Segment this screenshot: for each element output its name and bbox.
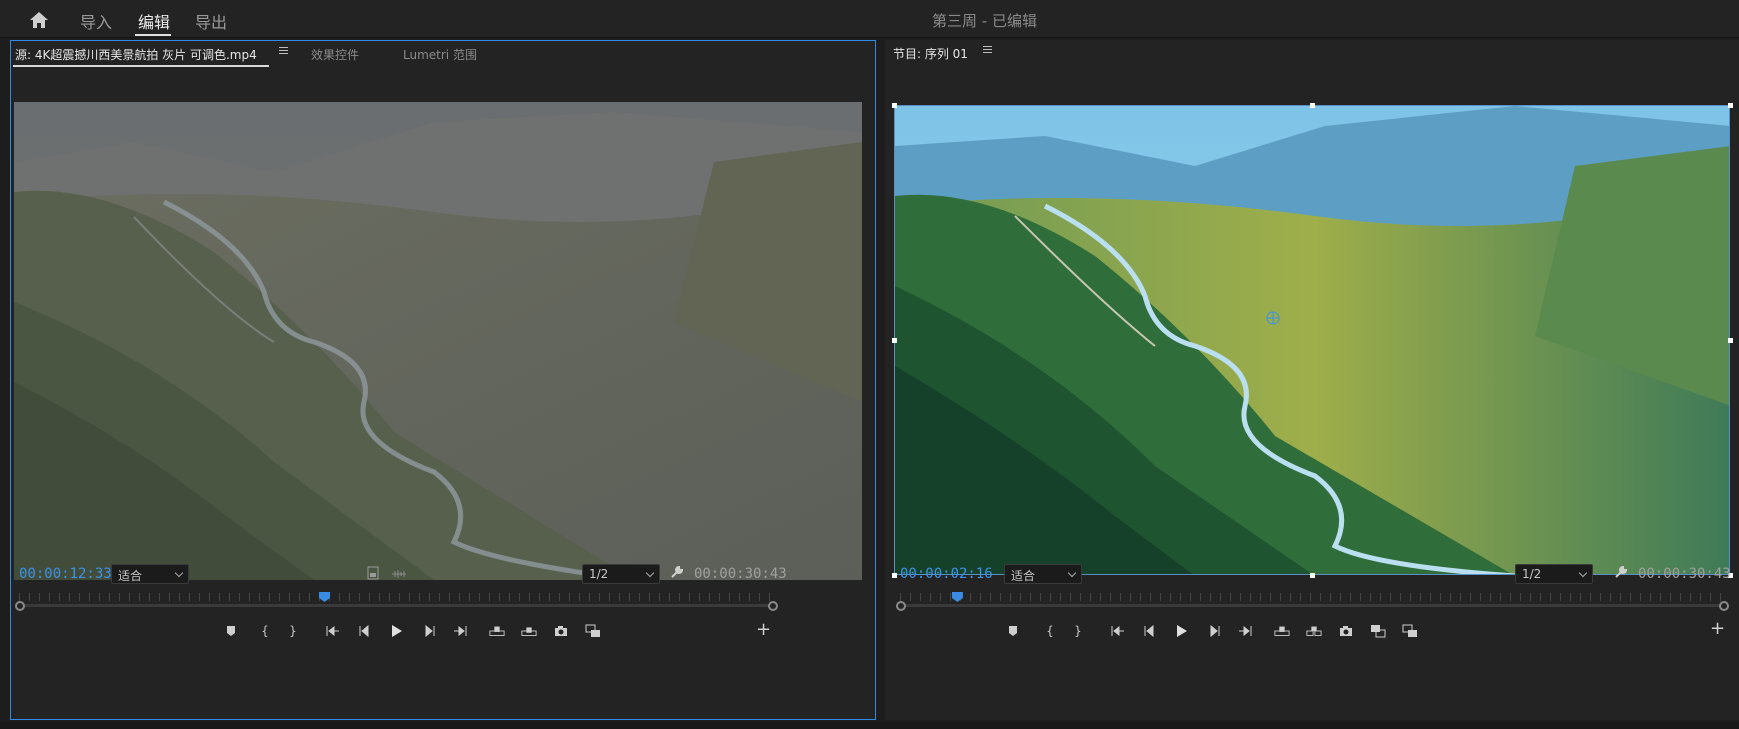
tab-lumetri-scopes[interactable]: Lumetri 范围	[403, 46, 477, 63]
source-monitor-panel: 源: 4K超震撼川西美景航拍 灰片 可调色.mp4 效果控件 Lumetri 范…	[10, 40, 876, 720]
extract-icon[interactable]	[1306, 623, 1322, 639]
mark-in-icon[interactable]: {	[257, 623, 273, 639]
program-time-ruler[interactable]	[896, 592, 1729, 611]
source-button-editor-plus-icon[interactable]: +	[756, 619, 771, 640]
program-step-back-icon[interactable]	[1142, 623, 1158, 639]
program-settings-wrench-icon[interactable]	[1614, 565, 1628, 583]
drag-audio-icon[interactable]	[391, 568, 407, 583]
project-title: 第三周 - 已编辑	[932, 12, 1037, 30]
source-in-handle[interactable]	[15, 601, 25, 611]
step-back-icon[interactable]	[357, 623, 373, 639]
tab-program[interactable]: 节目: 序列 01	[893, 45, 968, 62]
drag-video-icon[interactable]	[367, 566, 379, 584]
add-marker-icon[interactable]	[223, 623, 239, 639]
program-go-to-out-icon[interactable]	[1237, 623, 1253, 639]
source-video-frame[interactable]	[14, 102, 862, 580]
program-step-forward-icon[interactable]	[1206, 623, 1222, 639]
program-monitor-panel: 节目: 序列 01 00:00:02:16 适合 1/2 00:00:30:43…	[885, 40, 1739, 720]
program-mark-out-icon[interactable]: }	[1070, 623, 1086, 639]
program-add-marker-icon[interactable]	[1005, 623, 1021, 639]
program-resolution-label: 1/2	[1522, 567, 1542, 581]
program-go-to-in-icon[interactable]	[1110, 623, 1126, 639]
compare-icon[interactable]	[585, 623, 601, 639]
program-in-handle[interactable]	[896, 601, 906, 611]
program-video-frame[interactable]	[894, 105, 1730, 575]
source-fit-select[interactable]: 适合	[111, 564, 189, 584]
transform-handle-b[interactable]	[1310, 573, 1315, 578]
tab-source-underline	[13, 65, 269, 67]
program-out-handle[interactable]	[1719, 601, 1729, 611]
transform-handle-l[interactable]	[892, 338, 897, 343]
source-timecode[interactable]: 00:00:12:33	[19, 566, 112, 582]
program-duration: 00:00:30:43	[1638, 566, 1731, 582]
transform-handle-bl[interactable]	[892, 573, 897, 578]
program-button-editor-plus-icon[interactable]: +	[1710, 618, 1725, 639]
program-export-frame-camera-icon[interactable]	[1338, 623, 1354, 639]
program-compare-icon[interactable]	[1402, 623, 1418, 639]
transform-handle-t[interactable]	[1310, 103, 1315, 108]
go-to-in-icon[interactable]	[325, 623, 341, 639]
source-resolution-select[interactable]: 1/2	[582, 564, 660, 584]
program-fit-label: 适合	[1011, 569, 1036, 583]
proxy-toggle-icon[interactable]	[1370, 623, 1386, 639]
program-play-icon[interactable]	[1174, 623, 1190, 639]
program-panel-menu-icon[interactable]	[983, 46, 993, 56]
lower-panel-edge	[0, 722, 1739, 729]
transform-handle-tr[interactable]	[1728, 103, 1733, 108]
step-forward-icon[interactable]	[421, 623, 437, 639]
transform-handle-r[interactable]	[1728, 338, 1733, 343]
tab-effect-controls[interactable]: 效果控件	[311, 46, 359, 63]
menu-edit-underline	[135, 34, 171, 36]
transform-handle-tl[interactable]	[892, 103, 897, 108]
export-frame-camera-icon[interactable]	[553, 623, 569, 639]
source-fit-label: 适合	[118, 569, 143, 583]
tab-source[interactable]: 源: 4K超震撼川西美景航拍 灰片 可调色.mp4	[15, 46, 257, 63]
program-timecode[interactable]: 00:00:02:16	[900, 566, 993, 582]
home-icon[interactable]	[28, 10, 50, 30]
lift-icon[interactable]	[1274, 623, 1290, 639]
source-time-ruler[interactable]	[15, 592, 778, 611]
overwrite-icon[interactable]	[521, 623, 537, 639]
source-settings-wrench-icon[interactable]	[670, 565, 684, 583]
source-duration: 00:00:30:43	[694, 566, 787, 582]
workspace-menubar: 导入 编辑 导出 第三周 - 已编辑	[0, 0, 1739, 38]
play-icon[interactable]	[389, 623, 405, 639]
insert-icon[interactable]	[489, 623, 505, 639]
go-to-out-icon[interactable]	[452, 623, 468, 639]
program-mark-in-icon[interactable]: {	[1042, 623, 1058, 639]
menu-edit[interactable]: 编辑	[138, 9, 170, 33]
program-resolution-select[interactable]: 1/2	[1515, 564, 1593, 584]
menu-import[interactable]: 导入	[80, 9, 112, 33]
source-resolution-label: 1/2	[589, 567, 609, 581]
menu-export[interactable]: 导出	[195, 9, 227, 33]
mark-out-icon[interactable]: }	[285, 623, 301, 639]
source-panel-menu-icon[interactable]	[279, 47, 289, 57]
source-out-handle[interactable]	[768, 601, 778, 611]
program-fit-select[interactable]: 适合	[1004, 564, 1082, 584]
